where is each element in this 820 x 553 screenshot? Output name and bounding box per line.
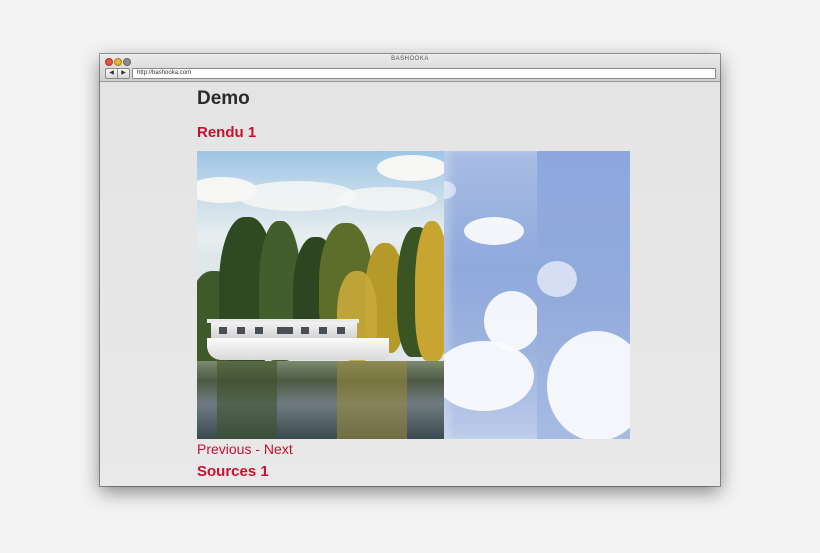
section-title-rendu: Rendu 1 (197, 124, 257, 141)
next-link[interactable]: Next (264, 441, 293, 457)
cloud-shape (337, 187, 437, 211)
boat-window (237, 327, 245, 334)
section-title-sources: Sources 1 (197, 463, 269, 480)
page-content: Demo Rendu 1 Previous - Next Sources 1 (100, 82, 720, 486)
cloud-shape (547, 331, 630, 439)
browser-window: BASHOOKA ◀ ▶ http://bashooka.com Demo Re… (100, 54, 720, 486)
image-slider[interactable] (197, 151, 630, 439)
slide-panel-sky-2 (537, 151, 630, 439)
address-bar[interactable]: http://bashooka.com (132, 68, 716, 79)
nav-buttons: ◀ ▶ (105, 68, 130, 79)
boat-window (219, 327, 227, 334)
slide-image-riverboat (197, 151, 449, 439)
boat-window (255, 327, 263, 334)
cloud-shape (464, 217, 524, 245)
window-title: BASHOOKA (391, 56, 429, 62)
cloud-shape (377, 155, 447, 181)
slide-panel-sky-1 (444, 151, 537, 439)
tree-reflection (337, 361, 407, 439)
title-bar: BASHOOKA ◀ ▶ http://bashooka.com (100, 54, 720, 82)
page-title: Demo (197, 88, 250, 109)
address-text: http://bashooka.com (137, 70, 192, 76)
boat-window (319, 327, 327, 334)
cloud-shape (444, 181, 456, 199)
boat-window (301, 327, 309, 334)
boat-window (277, 327, 293, 334)
forward-button[interactable]: ▶ (117, 69, 129, 78)
cloud-shape (444, 341, 534, 411)
back-button[interactable]: ◀ (106, 69, 117, 78)
boat-window (337, 327, 345, 334)
previous-link[interactable]: Previous (197, 441, 251, 457)
cloud-shape (537, 261, 577, 297)
pager-separator: - (251, 441, 264, 457)
boat-hull (207, 338, 389, 360)
tree-reflection (217, 361, 277, 439)
slider-pager: Previous - Next (197, 441, 293, 457)
